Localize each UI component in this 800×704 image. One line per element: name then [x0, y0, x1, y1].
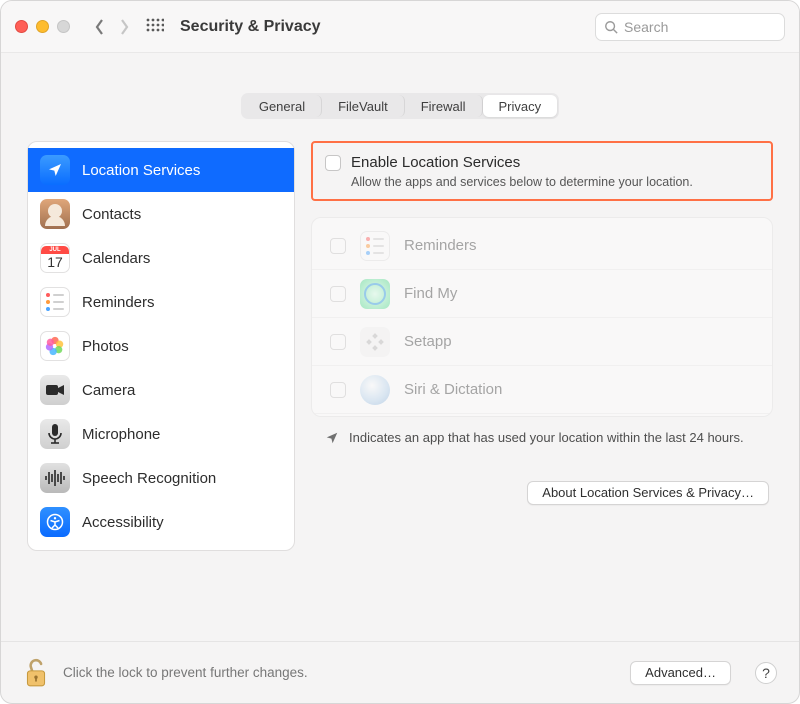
sidebar-item-label: Reminders — [82, 294, 155, 311]
sidebar-item-calendars[interactable]: JUL 17 Calendars — [28, 236, 294, 280]
reminders-icon — [360, 231, 390, 261]
location-usage-hint: Indicates an app that has used your loca… — [311, 417, 773, 447]
enable-location-services-description: Allow the apps and services below to det… — [351, 175, 757, 189]
app-name: Find My — [404, 285, 457, 302]
app-row-setapp[interactable]: Setapp — [312, 318, 772, 366]
sidebar-item-photos[interactable]: Photos — [28, 324, 294, 368]
photos-icon — [40, 331, 70, 361]
sidebar-item-label: Photos — [82, 338, 129, 355]
app-row-reminders[interactable]: Reminders — [312, 222, 772, 270]
advanced-button[interactable]: Advanced… — [630, 661, 731, 685]
forward-button[interactable] — [112, 11, 136, 43]
hint-text: Indicates an app that has used your loca… — [349, 429, 744, 447]
sidebar-item-label: Microphone — [82, 426, 160, 443]
waveform-icon — [40, 463, 70, 493]
app-row-find-my[interactable]: Find My — [312, 270, 772, 318]
tab-firewall[interactable]: Firewall — [405, 95, 483, 117]
segmented-control: General FileVault Firewall Privacy — [241, 93, 559, 119]
sidebar-item-accessibility[interactable]: Accessibility — [28, 500, 294, 544]
location-arrow-icon — [40, 155, 70, 185]
find-my-icon — [360, 279, 390, 309]
sidebar-item-label: Contacts — [82, 206, 141, 223]
sidebar-item-label: Location Services — [82, 162, 200, 179]
app-checkbox[interactable] — [330, 334, 346, 350]
sidebar-item-label: Camera — [82, 382, 135, 399]
app-name: Setapp — [404, 333, 452, 350]
enable-location-services-checkbox[interactable] — [325, 155, 341, 171]
detail-pane: Enable Location Services Allow the apps … — [311, 141, 773, 551]
enable-location-services-highlight: Enable Location Services Allow the apps … — [311, 141, 773, 201]
tab-general[interactable]: General — [243, 95, 322, 117]
footer: Click the lock to prevent further change… — [1, 641, 799, 703]
calendar-icon: JUL 17 — [40, 243, 70, 273]
privacy-category-list: Location Services Contacts JUL 17 Calend… — [27, 141, 295, 551]
sidebar-item-label: Calendars — [82, 250, 150, 267]
app-checkbox[interactable] — [330, 238, 346, 254]
app-name: Reminders — [404, 237, 477, 254]
minimize-window-button[interactable] — [36, 20, 49, 33]
pane-tabs: General FileVault Firewall Privacy — [1, 93, 799, 119]
sidebar-item-contacts[interactable]: Contacts — [28, 192, 294, 236]
show-all-prefs-button[interactable] — [142, 14, 168, 40]
titlebar: Security & Privacy Search — [1, 1, 799, 53]
enable-location-services-label: Enable Location Services — [351, 154, 520, 171]
app-permission-list: Reminders Find My Setapp — [311, 217, 773, 417]
app-name: Siri & Dictation — [404, 381, 502, 398]
microphone-icon — [40, 419, 70, 449]
sidebar-item-label: Speech Recognition — [82, 470, 216, 487]
tab-filevault[interactable]: FileVault — [322, 95, 405, 117]
tab-privacy[interactable]: Privacy — [483, 95, 558, 117]
search-placeholder: Search — [624, 19, 668, 35]
sidebar-item-microphone[interactable]: Microphone — [28, 412, 294, 456]
search-icon — [604, 20, 618, 34]
sidebar-item-location-services[interactable]: Location Services — [28, 148, 294, 192]
help-button[interactable]: ? — [755, 662, 777, 684]
reminders-icon — [40, 287, 70, 317]
app-checkbox[interactable] — [330, 286, 346, 302]
window-title: Security & Privacy — [180, 18, 321, 36]
sidebar-item-label: Accessibility — [82, 514, 164, 531]
preferences-window: Security & Privacy Search General FileVa… — [0, 0, 800, 704]
camera-icon — [40, 375, 70, 405]
app-checkbox[interactable] — [330, 382, 346, 398]
traffic-lights — [15, 20, 70, 33]
content-area: Location Services Contacts JUL 17 Calend… — [1, 119, 799, 551]
app-row-siri[interactable]: Siri & Dictation — [312, 366, 772, 414]
location-arrow-icon — [325, 431, 339, 445]
sidebar-item-camera[interactable]: Camera — [28, 368, 294, 412]
siri-icon — [360, 375, 390, 405]
zoom-window-button[interactable] — [57, 20, 70, 33]
contacts-icon — [40, 199, 70, 229]
sidebar-item-speech-recognition[interactable]: Speech Recognition — [28, 456, 294, 500]
back-button[interactable] — [88, 11, 112, 43]
accessibility-icon — [40, 507, 70, 537]
sidebar-item-reminders[interactable]: Reminders — [28, 280, 294, 324]
setapp-icon — [360, 327, 390, 357]
close-window-button[interactable] — [15, 20, 28, 33]
lock-hint-text: Click the lock to prevent further change… — [63, 665, 308, 680]
lock-toggle[interactable] — [23, 657, 49, 689]
search-field[interactable]: Search — [595, 13, 785, 41]
about-location-services-button[interactable]: About Location Services & Privacy… — [527, 481, 769, 505]
